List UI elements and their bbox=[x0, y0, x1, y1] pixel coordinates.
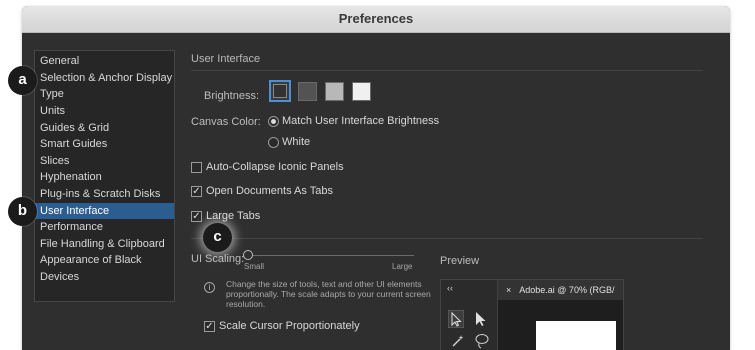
canvas-white-radio[interactable] bbox=[268, 137, 279, 148]
sidebar-item-units[interactable]: Units bbox=[35, 103, 174, 119]
close-icon: × bbox=[506, 285, 512, 295]
window-title: Preferences bbox=[22, 6, 730, 33]
auto-collapse-checkbox[interactable] bbox=[191, 162, 202, 173]
ui-scaling-max-label: Large bbox=[392, 262, 413, 271]
sidebar-item-user-interface[interactable]: User Interface bbox=[35, 203, 174, 219]
ui-scaling-min-label: Small bbox=[244, 262, 265, 271]
info-icon: i bbox=[204, 282, 215, 293]
sidebar-item-guides-grid[interactable]: Guides & Grid bbox=[35, 120, 174, 136]
preferences-sidebar: General Selection & Anchor Display Type … bbox=[34, 50, 175, 302]
preview-document-title: Adobe.ai @ 70% (RGB/ bbox=[519, 285, 615, 295]
sidebar-item-appearance-of-black[interactable]: Appearance of Black bbox=[35, 252, 174, 268]
preview-pane: ‹‹ × Adobe.ai @ 70% (RGB/ bbox=[440, 279, 624, 350]
sidebar-item-smart-guides[interactable]: Smart Guides bbox=[35, 136, 174, 152]
sidebar-item-devices[interactable]: Devices bbox=[35, 269, 174, 285]
large-tabs-checkbox[interactable]: ✓ bbox=[191, 211, 202, 222]
sidebar-item-general[interactable]: General bbox=[35, 53, 174, 69]
canvas-match-brightness-radio[interactable] bbox=[268, 116, 279, 127]
scale-cursor-checkbox[interactable]: ✓ bbox=[204, 321, 215, 332]
canvas-color-label: Canvas Color: bbox=[191, 116, 261, 128]
canvas-white-label: White bbox=[282, 136, 311, 148]
sidebar-item-file-handling-clipboard[interactable]: File Handling & Clipboard bbox=[35, 236, 174, 252]
direct-selection-tool-icon bbox=[476, 312, 486, 326]
sidebar-item-selection-anchor-display[interactable]: Selection & Anchor Display bbox=[35, 70, 174, 86]
open-docs-tabs-checkbox[interactable]: ✓ bbox=[191, 186, 202, 197]
ui-scaling-label: UI Scaling: bbox=[191, 253, 245, 265]
lasso-tool-icon bbox=[475, 334, 489, 349]
sidebar-item-plugins-scratch-disks[interactable]: Plug-ins & Scratch Disks bbox=[35, 186, 174, 202]
annotation-badge-b: b bbox=[8, 197, 37, 226]
sidebar-item-performance[interactable]: Performance bbox=[35, 219, 174, 235]
preview-label: Preview bbox=[440, 255, 480, 267]
ui-scaling-description: Change the size of tools, text and other… bbox=[226, 279, 431, 309]
auto-collapse-label: Auto-Collapse Iconic Panels bbox=[206, 161, 344, 173]
preview-artboard bbox=[536, 321, 616, 350]
brightness-swatch-lightest[interactable] bbox=[352, 82, 371, 101]
scale-cursor-label: Scale Cursor Proportionately bbox=[219, 320, 360, 332]
preferences-window: Preferences General Selection & Anchor D… bbox=[22, 6, 730, 350]
open-docs-tabs-label: Open Documents As Tabs bbox=[206, 185, 333, 197]
preview-toolbar: ‹‹ bbox=[441, 280, 498, 350]
large-tabs-label: Large Tabs bbox=[206, 210, 261, 222]
annotation-badge-c: c bbox=[203, 223, 232, 252]
ui-scaling-slider-track[interactable] bbox=[248, 255, 414, 256]
brightness-swatch-medium-dark[interactable] bbox=[298, 82, 317, 101]
brightness-swatch-darkest[interactable] bbox=[269, 80, 291, 102]
collapse-panel-icon: ‹‹ bbox=[447, 283, 453, 293]
section-divider bbox=[191, 70, 703, 71]
canvas-match-brightness-label: Match User Interface Brightness bbox=[282, 115, 440, 127]
selection-tool-icon bbox=[448, 310, 464, 328]
brightness-swatch-medium-light[interactable] bbox=[325, 82, 344, 101]
magic-wand-tool-icon bbox=[452, 335, 464, 347]
ui-scaling-slider-thumb[interactable] bbox=[243, 250, 253, 260]
annotation-badge-a: a bbox=[8, 66, 37, 95]
preview-document-tab: × Adobe.ai @ 70% (RGB/ bbox=[498, 280, 623, 300]
sidebar-item-hyphenation[interactable]: Hyphenation bbox=[35, 169, 174, 185]
section-divider-2 bbox=[191, 238, 703, 239]
sidebar-item-type[interactable]: Type bbox=[35, 86, 174, 102]
sidebar-item-slices[interactable]: Slices bbox=[35, 153, 174, 169]
section-title: User Interface bbox=[191, 53, 261, 65]
brightness-label: Brightness: bbox=[204, 90, 260, 102]
